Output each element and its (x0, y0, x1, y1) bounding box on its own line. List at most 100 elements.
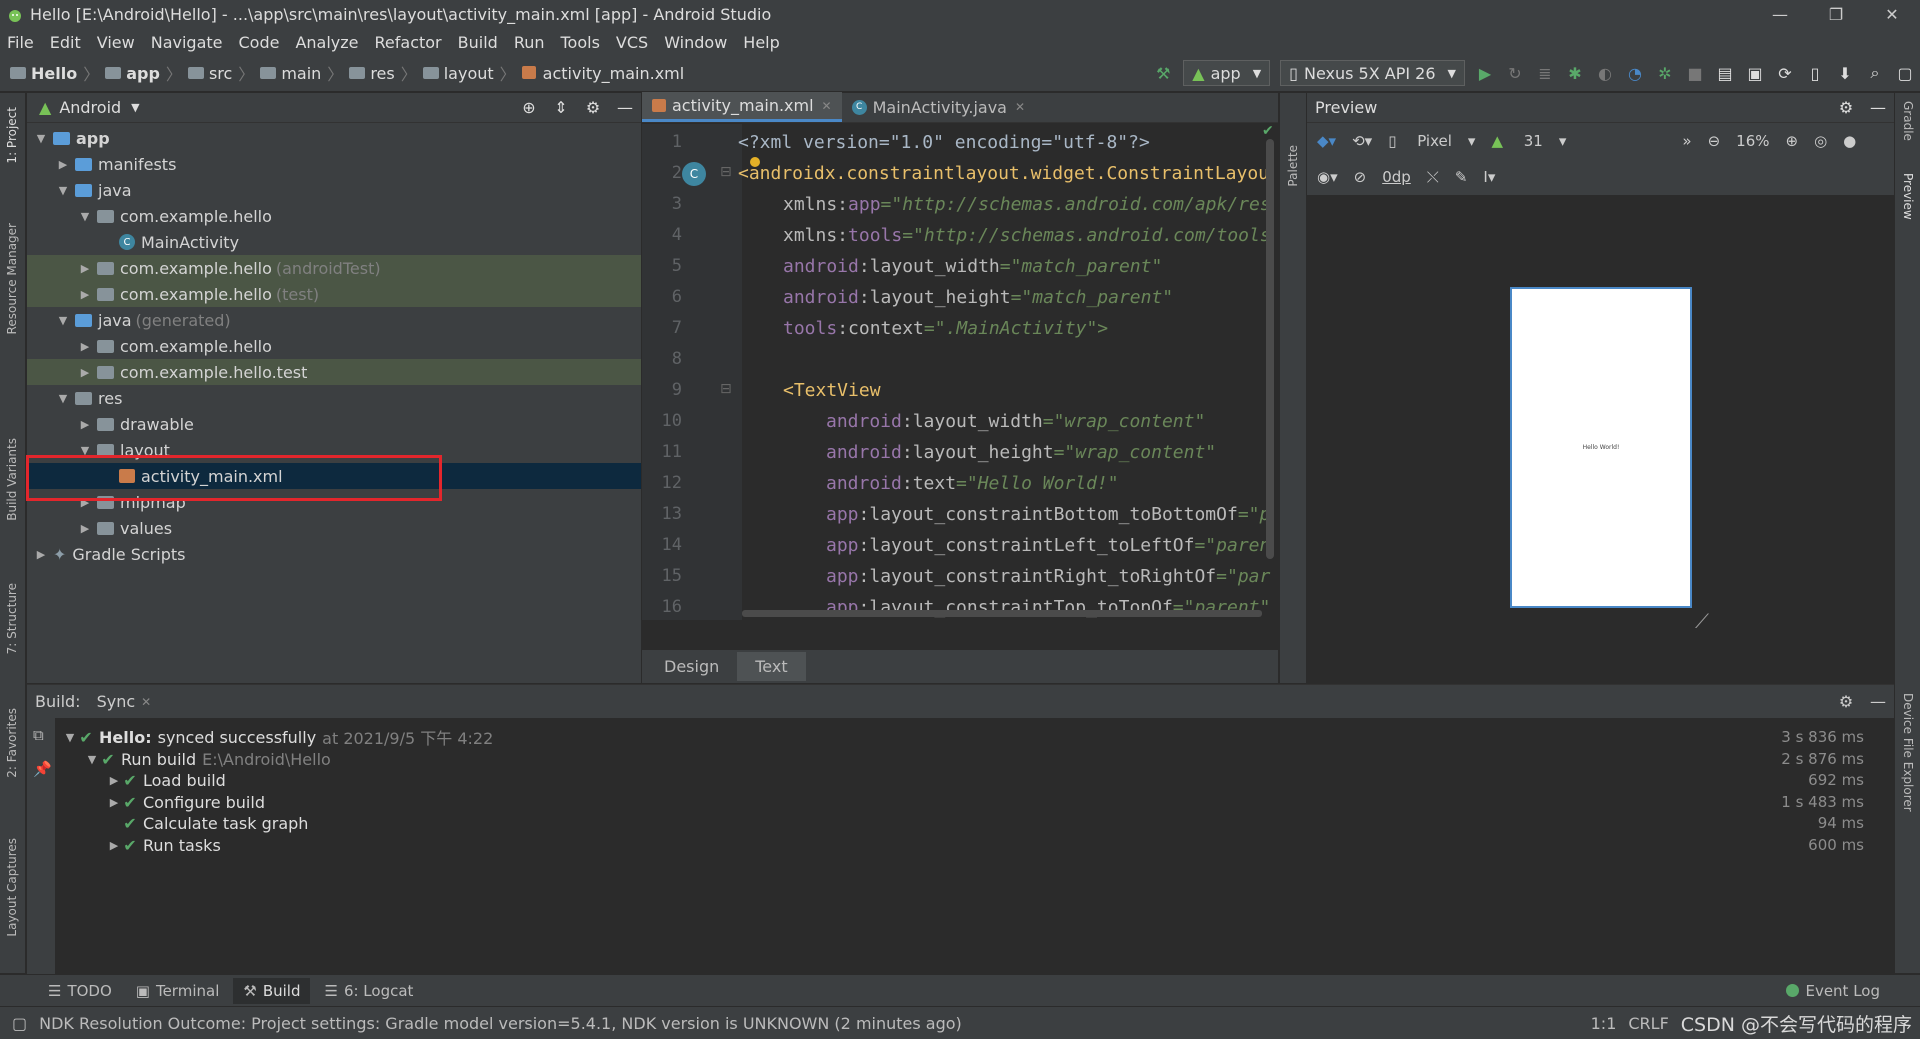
class-gutter-icon[interactable]: C (682, 162, 706, 186)
horizontal-scrollbar[interactable] (742, 610, 1262, 617)
rerun-icon[interactable]: ↻ (1500, 64, 1530, 83)
restore-button[interactable]: ❐ (1808, 5, 1864, 24)
tab-mainactivity-java[interactable]: C MainActivity.java ✕ (842, 92, 1035, 122)
breadcrumb-src[interactable]: src (184, 64, 236, 83)
status-message[interactable]: NDK Resolution Outcome: Project settings… (39, 1014, 962, 1033)
breadcrumb-layout[interactable]: layout (419, 64, 498, 83)
fold-icon[interactable]: ⊟ (720, 164, 732, 180)
menu-tools[interactable]: Tools (553, 33, 608, 52)
chevron-right-icon[interactable]: ▶ (77, 340, 93, 353)
pin-icon[interactable]: 📌 (33, 760, 52, 778)
tool-tab-terminal[interactable]: ▣ Terminal (126, 978, 230, 1004)
tree-item-package-androidtest[interactable]: ▶ com.example.hello (androidTest) (27, 255, 641, 281)
structure-tool-tab[interactable]: 7: Structure (5, 583, 19, 654)
status-toggle-icon[interactable]: ▢ (12, 1014, 27, 1033)
warning-icon[interactable]: ● (1843, 132, 1856, 150)
tab-design[interactable]: Design (646, 652, 737, 681)
preview-canvas[interactable]: Hello World! ⟋ (1307, 195, 1894, 683)
build-row-load-build[interactable]: ▶ ✔ Load build (105, 769, 226, 791)
device-select[interactable]: ▯ Pixel ▾ (1388, 132, 1475, 150)
device-manager-icon[interactable]: ▯ (1800, 64, 1830, 83)
device-file-explorer-tool-tab[interactable]: Device File Explorer (1901, 693, 1915, 812)
hide-icon[interactable]: — (1862, 98, 1894, 117)
chevron-down-icon[interactable]: ▼ (55, 392, 71, 405)
avd-manager-icon[interactable]: ▣ (1740, 64, 1770, 83)
sdk-manager-icon[interactable]: ⬇ (1830, 64, 1860, 83)
menu-analyze[interactable]: Analyze (287, 33, 366, 52)
build-row-synced[interactable]: ▼ ✔ Hello: synced successfully at 2021/9… (61, 726, 494, 749)
chevron-right-icon[interactable]: ▶ (105, 839, 123, 852)
debug-icon[interactable]: ✱ (1560, 64, 1590, 83)
chevron-right-icon[interactable]: ▶ (55, 158, 71, 171)
tree-item-package-test[interactable]: ▶ com.example.hello (test) (27, 281, 641, 307)
search-icon[interactable]: ⌕ (1860, 63, 1890, 83)
gear-icon[interactable]: ⚙ (1830, 692, 1862, 711)
menu-view[interactable]: View (89, 33, 143, 52)
fold-icon[interactable]: ⊟ (720, 381, 732, 397)
chevron-down-icon[interactable]: ▼ (55, 314, 71, 327)
chevron-right-icon[interactable]: ▶ (77, 522, 93, 535)
apply-changes-icon[interactable]: ≣ (1530, 64, 1560, 83)
menu-code[interactable]: Code (231, 33, 288, 52)
menu-file[interactable]: File (0, 33, 42, 52)
api-select[interactable]: ▲ 31 ▾ (1491, 132, 1566, 150)
event-log-tab[interactable]: Event Log (1786, 982, 1880, 1000)
chevron-down-icon[interactable]: ▼ (77, 210, 93, 223)
hide-icon[interactable]: — (609, 98, 641, 117)
device-select[interactable]: ▯ Nexus 5X API 26 ▼ (1280, 60, 1465, 86)
device-screen[interactable]: Hello World! (1510, 287, 1692, 608)
menu-build[interactable]: Build (450, 33, 506, 52)
menu-refactor[interactable]: Refactor (367, 33, 450, 52)
stop-icon[interactable]: ■ (1680, 64, 1710, 83)
tab-sync[interactable]: Sync (97, 692, 136, 711)
project-tool-tab[interactable]: 1: Project (5, 107, 19, 164)
tab-text[interactable]: Text (737, 652, 806, 681)
build-variants-tool-tab[interactable]: Build Variants (5, 438, 19, 521)
build-row-run-build[interactable]: ▼ ✔ Run build E:\Android\Hello (83, 748, 331, 770)
collapse-all-icon[interactable]: ⇕ (545, 98, 577, 117)
chevron-right-icon[interactable]: ▶ (105, 774, 123, 787)
tree-item-res[interactable]: ▼ res (27, 385, 641, 411)
chevron-right-icon[interactable]: ▶ (77, 262, 93, 275)
resource-manager-tool-tab[interactable]: Resource Manager (5, 223, 19, 334)
toggle-view-icon[interactable]: ⧉ (33, 726, 44, 744)
profile-icon[interactable]: ◔ (1620, 64, 1650, 83)
tree-item-package-hello-test[interactable]: ▶ com.example.hello.test (27, 359, 641, 385)
close-button[interactable]: ✕ (1864, 5, 1920, 24)
hide-icon[interactable]: — (1862, 692, 1894, 711)
tree-item-gradle-scripts[interactable]: ▶ ✦ Gradle Scripts (27, 541, 641, 567)
chevron-right-icon[interactable]: ▶ (77, 418, 93, 431)
close-tab-icon[interactable]: ✕ (141, 695, 151, 709)
chevron-down-icon[interactable]: ▼ (83, 753, 101, 766)
hello-world-textview[interactable]: Hello World! (1512, 444, 1690, 451)
tree-item-mainactivity[interactable]: C MainActivity (27, 229, 641, 255)
menu-window[interactable]: Window (656, 33, 735, 52)
sync-icon[interactable]: ⟳ (1770, 64, 1800, 83)
guidelines-icon[interactable]: I▾ (1483, 168, 1495, 186)
breadcrumb-activity-main[interactable]: activity_main.xml (518, 64, 689, 83)
menu-run[interactable]: Run (506, 33, 553, 52)
chevron-down-icon[interactable]: ▼ (55, 184, 71, 197)
attach-debugger-icon[interactable]: ◐ (1590, 64, 1620, 83)
gear-icon[interactable]: ⚙ (1830, 98, 1862, 117)
preview-tool-tab[interactable]: Preview (1901, 173, 1915, 220)
run-config-select[interactable]: ▲ app ▼ (1183, 60, 1271, 86)
zoom-out-icon[interactable]: ⊖ (1708, 132, 1721, 150)
tab-activity-main-xml[interactable]: activity_main.xml ✕ (642, 92, 842, 122)
close-tab-icon[interactable]: ✕ (822, 99, 832, 113)
default-margin-button[interactable]: 0dp (1382, 168, 1411, 186)
locate-icon[interactable]: ⊕ (513, 98, 545, 117)
tree-item-manifests[interactable]: ▶ manifests (27, 151, 641, 177)
chevron-right-icon[interactable]: ▶ (33, 548, 49, 561)
build-row-run-tasks[interactable]: ▶ ✔ Run tasks (105, 834, 221, 856)
gear-icon[interactable]: ⚙ (577, 98, 609, 117)
tree-item-package-generated[interactable]: ▶ com.example.hello (27, 333, 641, 359)
build-row-calculate-task-graph[interactable]: ✔ Calculate task graph (105, 812, 308, 834)
hammer-icon[interactable]: ⚒ (1148, 64, 1178, 83)
chevron-down-icon[interactable]: ▼ (61, 731, 79, 744)
run-icon[interactable]: ▶ (1470, 64, 1500, 83)
tool-tab-todo[interactable]: ☰ TODO (38, 978, 122, 1004)
bulb-icon[interactable] (750, 157, 760, 167)
project-view-mode-select[interactable]: Android (59, 98, 121, 117)
tree-item-values[interactable]: ▶ values (27, 515, 641, 541)
